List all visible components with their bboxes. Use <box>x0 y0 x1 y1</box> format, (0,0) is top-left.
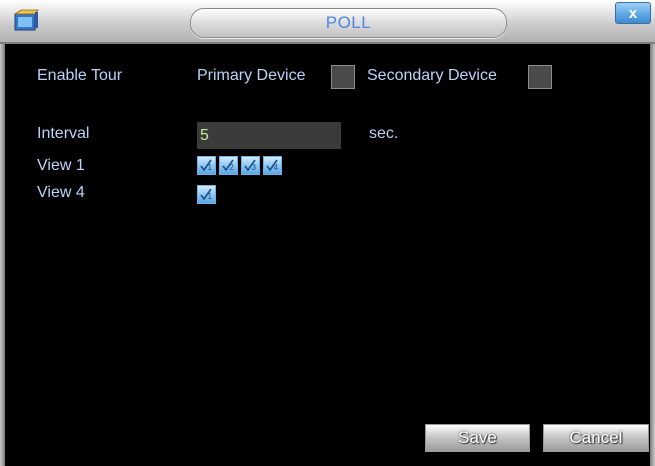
view-1-channel-1-button[interactable]: 1 <box>197 156 216 175</box>
view-1-channel-4-button[interactable]: 4 <box>263 156 282 175</box>
view-4-label: View 4 <box>37 184 85 201</box>
cancel-button[interactable]: Cancel <box>543 424 649 452</box>
channel-checkmark-icon: 1 <box>200 159 213 172</box>
view-1-channels: 1 2 3 4 <box>197 156 282 175</box>
poll-dialog: POLL x Enable Tour Primary Device Second… <box>0 0 655 466</box>
secondary-device-label: Secondary Device <box>367 67 497 84</box>
channel-checkmark-icon: 1 <box>200 188 213 201</box>
window-border-right <box>650 44 655 466</box>
interval-unit: sec. <box>369 125 399 142</box>
view-4-channel-1-button[interactable]: 1 <box>197 185 216 204</box>
channel-checkmark-icon: 4 <box>266 159 279 172</box>
secondary-device-checkbox[interactable] <box>528 65 552 89</box>
enable-tour-label: Enable Tour <box>37 67 123 84</box>
view-1-label: View 1 <box>37 157 85 174</box>
window-title: POLL <box>325 13 372 32</box>
channel-number: 1 <box>208 163 213 172</box>
close-button[interactable]: x <box>615 2 651 24</box>
window-border-left <box>0 44 5 466</box>
channel-number: 3 <box>252 163 257 172</box>
channel-checkmark-icon: 3 <box>244 159 257 172</box>
view-1-channel-3-button[interactable]: 3 <box>241 156 260 175</box>
title-bar: POLL x <box>0 0 655 44</box>
view-1-channel-2-button[interactable]: 2 <box>219 156 238 175</box>
channel-checkmark-icon: 2 <box>222 159 235 172</box>
save-button[interactable]: Save <box>425 424 530 452</box>
interval-label: Interval <box>37 125 90 142</box>
interval-input[interactable]: 5 <box>197 122 341 149</box>
channel-number: 2 <box>230 163 235 172</box>
view-4-channels: 1 <box>197 185 216 204</box>
primary-device-label: Primary Device <box>197 67 306 84</box>
app-icon <box>13 9 39 31</box>
channel-number: 4 <box>274 163 279 172</box>
primary-device-checkbox[interactable] <box>331 65 355 89</box>
channel-number: 1 <box>208 192 213 201</box>
title-pill: POLL <box>190 8 507 38</box>
close-icon: x <box>628 4 638 22</box>
